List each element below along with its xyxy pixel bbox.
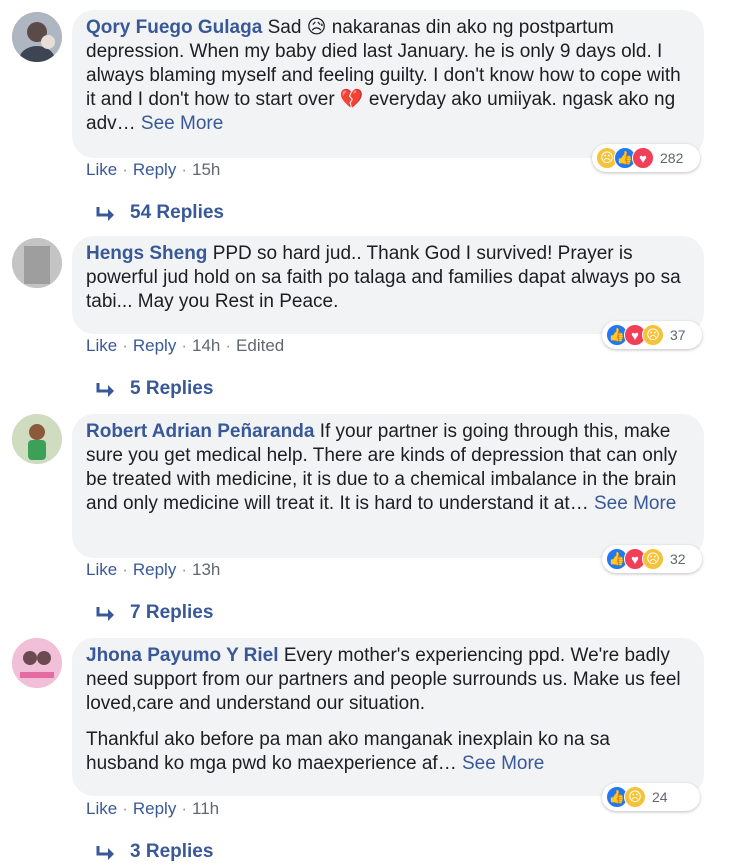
like-link[interactable]: Like: [86, 336, 117, 355]
timestamp[interactable]: 11h: [192, 799, 219, 818]
replies-count: 7 Replies: [130, 602, 214, 623]
avatar-photo-icon: [12, 12, 62, 62]
comment-author[interactable]: Robert Adrian Peñaranda: [86, 421, 314, 442]
comment-actions: Like · Reply · 11h: [86, 799, 220, 818]
sad-reaction-icon: ☹: [642, 548, 664, 570]
replies-count: 3 Replies: [130, 841, 214, 862]
reactions-summary[interactable]: 👍 ♥ ☹ 37: [602, 321, 702, 349]
see-more-link[interactable]: See More: [141, 113, 223, 134]
comment-bubble: Hengs Sheng PPD so hard jud.. Thank God …: [72, 236, 704, 334]
view-replies-link[interactable]: 54 Replies: [96, 202, 224, 224]
comment-actions: Like · Reply · 14h · Edited: [86, 336, 285, 355]
like-link[interactable]: Like: [86, 560, 117, 579]
reply-arrow-icon: [96, 845, 114, 860]
avatar[interactable]: [12, 12, 62, 62]
see-more-link[interactable]: See More: [594, 493, 676, 514]
avatar[interactable]: [12, 414, 62, 464]
view-replies-link[interactable]: 3 Replies: [96, 841, 213, 863]
timestamp[interactable]: 14h: [192, 336, 220, 355]
reaction-count: 37: [670, 327, 686, 343]
avatar-photo-icon: [12, 238, 62, 288]
replies-count: 54 Replies: [130, 202, 224, 223]
timestamp[interactable]: 15h: [192, 160, 220, 179]
avatar[interactable]: [12, 638, 62, 688]
reply-link[interactable]: Reply: [133, 560, 176, 579]
love-reaction-icon: ♥: [632, 147, 654, 169]
timestamp[interactable]: 13h: [192, 560, 220, 579]
reply-arrow-icon: [96, 606, 114, 621]
reply-arrow-icon: [96, 206, 114, 221]
comment-bubble: Jhona Payumo Y Riel Every mother's exper…: [72, 638, 704, 796]
reaction-count: 32: [670, 551, 686, 567]
view-replies-link[interactable]: 7 Replies: [96, 602, 213, 624]
like-link[interactable]: Like: [86, 160, 117, 179]
comment-lead: Sad 😥: [267, 17, 327, 38]
view-replies-link[interactable]: 5 Replies: [96, 378, 213, 400]
see-more-link[interactable]: See More: [462, 753, 544, 774]
reply-link[interactable]: Reply: [133, 336, 176, 355]
reply-arrow-icon: [96, 382, 114, 397]
replies-count: 5 Replies: [130, 378, 214, 399]
avatar-photo-icon: [12, 638, 62, 688]
comment-actions: Like · Reply · 15h: [86, 160, 221, 179]
like-link[interactable]: Like: [86, 799, 117, 818]
reply-link[interactable]: Reply: [133, 160, 176, 179]
sad-reaction-icon: ☹: [642, 324, 664, 346]
reactions-summary[interactable]: 👍 ♥ ☹ 32: [602, 545, 702, 573]
avatar-photo-icon: [12, 414, 62, 464]
comment-author[interactable]: Hengs Sheng: [86, 243, 207, 264]
reaction-count: 24: [652, 789, 668, 805]
sad-reaction-icon: ☹: [624, 786, 646, 808]
edited-label[interactable]: Edited: [236, 336, 284, 355]
reply-link[interactable]: Reply: [133, 799, 176, 818]
comment-author[interactable]: Jhona Payumo Y Riel: [86, 645, 279, 666]
avatar[interactable]: [12, 238, 62, 288]
reaction-count: 282: [660, 150, 684, 166]
reactions-summary[interactable]: 👍 ☹ 24: [602, 783, 700, 811]
comment-paragraph-2: Thankful ako before pa man ako manganak …: [86, 728, 688, 776]
comment-bubble: Robert Adrian Peñaranda If your partner …: [72, 414, 704, 558]
comment-author[interactable]: Qory Fuego Gulaga: [86, 17, 262, 38]
reactions-summary[interactable]: ☹ 👍 ♥ 282: [592, 144, 700, 172]
comment-bubble: Qory Fuego Gulaga Sad 😥 nakaranas din ak…: [72, 10, 704, 158]
comment-actions: Like · Reply · 13h: [86, 560, 221, 579]
